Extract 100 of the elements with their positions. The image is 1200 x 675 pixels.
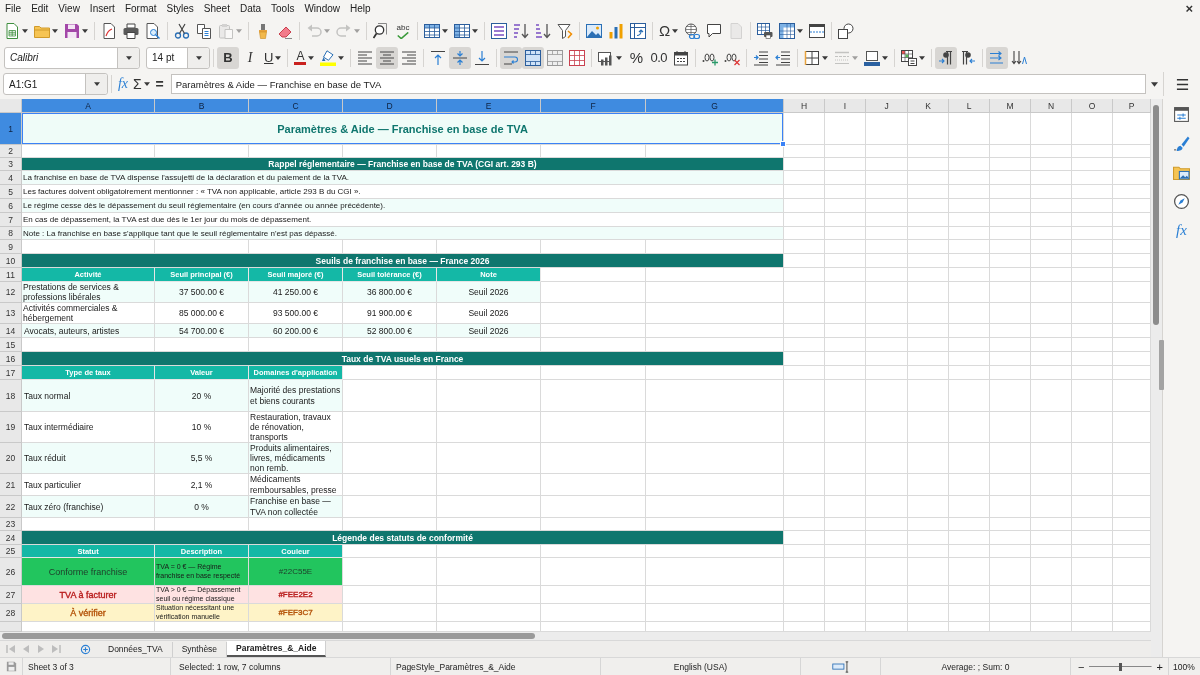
formula-button[interactable]: = [151, 73, 168, 95]
menu-item[interactable]: Edit [26, 0, 54, 17]
slider-thumb[interactable] [1119, 662, 1122, 671]
spelling-button[interactable]: abc [392, 19, 414, 42]
menu-item[interactable]: Tools [266, 0, 300, 17]
menu-item[interactable]: File [0, 0, 27, 17]
sheet-tab[interactable]: Données_TVA [99, 641, 173, 657]
column-header[interactable]: P [1113, 99, 1151, 113]
menu-item[interactable]: Format [119, 0, 162, 17]
row-header[interactable]: 21 [0, 474, 22, 496]
bold-button[interactable]: B [217, 46, 239, 69]
special-character-button[interactable]: Ω [656, 19, 682, 42]
column-header[interactable]: L [949, 99, 990, 113]
horizontal-scrollbar[interactable] [0, 632, 1151, 640]
dropdown-button[interactable] [85, 74, 107, 94]
formula-input[interactable]: Paramètres & Aide — Franchise en base de TVA [170, 74, 1146, 94]
column-header[interactable]: M [990, 99, 1031, 113]
column-header[interactable]: H [784, 99, 825, 113]
italic-button[interactable]: I [239, 46, 261, 69]
sum-button[interactable]: Σ [131, 73, 152, 95]
table-cell: 0 % [155, 496, 249, 518]
row-header[interactable]: 16 [0, 352, 22, 366]
row-header[interactable]: 23 [0, 518, 22, 531]
scrollbar-thumb[interactable] [1153, 105, 1159, 325]
row-header[interactable]: 4 [0, 171, 22, 185]
paintbrush-icon[interactable] [1173, 135, 1190, 152]
empty-cell [1072, 240, 1113, 254]
close-button[interactable]: × [1183, 1, 1195, 16]
sheet-tab[interactable]: Paramètres_&_Aide [227, 641, 327, 657]
menu-item[interactable]: View [53, 0, 85, 17]
column-header[interactable]: C [249, 99, 343, 113]
font-size-field[interactable]: 14 pt [146, 46, 210, 69]
column-header[interactable]: I [825, 99, 866, 113]
properties-icon[interactable] [1173, 106, 1190, 123]
image-folder-icon[interactable] [1173, 164, 1190, 181]
row-header[interactable]: 26 [0, 558, 22, 586]
left-to-right-button[interactable] [935, 46, 957, 69]
row-header[interactable]: 15 [0, 338, 22, 352]
dropdown-button[interactable] [117, 47, 139, 68]
menu-icon[interactable] [1175, 77, 1189, 91]
row-header[interactable]: 25 [0, 545, 22, 558]
rectangle-cursor-icon[interactable] [831, 660, 850, 673]
row-header[interactable]: 1 [0, 113, 22, 145]
row-header[interactable]: 10 [0, 254, 22, 268]
row-header[interactable]: 18 [0, 380, 22, 412]
column-header[interactable]: E [437, 99, 541, 113]
empty-cell [908, 338, 949, 352]
function-wizard-button[interactable]: fx [115, 73, 131, 95]
column-header[interactable]: O [1072, 99, 1113, 113]
font-color-button[interactable]: A [291, 46, 318, 69]
standard-format-button[interactable]: 0.0 [647, 46, 670, 69]
column-header[interactable]: D [343, 99, 437, 113]
menu-item[interactable]: Insert [84, 0, 120, 17]
splitter-handle[interactable] [1159, 340, 1164, 390]
row-header[interactable]: 19 [0, 412, 22, 443]
percent-button[interactable]: % [625, 46, 648, 69]
row-header[interactable]: 2 [0, 145, 22, 158]
row-header[interactable]: 24 [0, 531, 22, 545]
column-header[interactable]: K [908, 99, 949, 113]
name-box-field[interactable]: A1:G1 [3, 73, 108, 95]
menu-item[interactable]: Help [345, 0, 376, 17]
compass-icon[interactable] [1173, 193, 1190, 210]
column-header[interactable]: F [541, 99, 646, 113]
underline-button[interactable]: U [261, 46, 285, 69]
column-header[interactable]: J [866, 99, 908, 113]
menu-item[interactable]: Window [299, 0, 345, 17]
row-header[interactable]: 7 [0, 213, 22, 227]
wrap-text-button[interactable] [500, 46, 523, 69]
row-header[interactable]: 8 [0, 227, 22, 240]
row-header[interactable]: 3 [0, 158, 22, 171]
text-direction-button[interactable] [986, 46, 1008, 69]
row-header[interactable]: 27 [0, 586, 22, 604]
row-header[interactable]: 20 [0, 443, 22, 474]
row-header[interactable]: 12 [0, 282, 22, 303]
font-name-field[interactable]: Calibri [4, 46, 140, 69]
plus-circle-icon[interactable] [80, 643, 91, 655]
row-header[interactable]: 13 [0, 303, 22, 324]
menu-item[interactable]: Sheet [198, 0, 235, 17]
caret-icon [472, 28, 478, 33]
merge-center-button[interactable] [522, 46, 545, 69]
row-header[interactable]: 6 [0, 199, 22, 213]
row-header[interactable]: 22 [0, 496, 22, 518]
column-header[interactable]: N [1031, 99, 1072, 113]
row-header[interactable]: 5 [0, 185, 22, 199]
row-header[interactable]: 11 [0, 268, 22, 282]
column-header[interactable]: B [155, 99, 249, 113]
row-header[interactable]: 17 [0, 366, 22, 380]
zoom-in-button[interactable]: + [1154, 660, 1165, 673]
zoom-out-button[interactable]: − [1076, 660, 1087, 673]
row-header[interactable]: 14 [0, 324, 22, 338]
fill-handle[interactable] [780, 141, 786, 147]
column-header[interactable]: G [646, 99, 784, 113]
menu-item[interactable]: Styles [161, 0, 199, 17]
menu-item[interactable]: Data [234, 0, 267, 17]
row-header[interactable]: 9 [0, 240, 22, 254]
caret-icon[interactable] [1151, 81, 1158, 87]
scrollbar-thumb[interactable] [2, 633, 535, 639]
column-header[interactable]: A [22, 99, 155, 113]
dropdown-button[interactable] [187, 47, 209, 68]
row-header[interactable]: 28 [0, 604, 22, 622]
